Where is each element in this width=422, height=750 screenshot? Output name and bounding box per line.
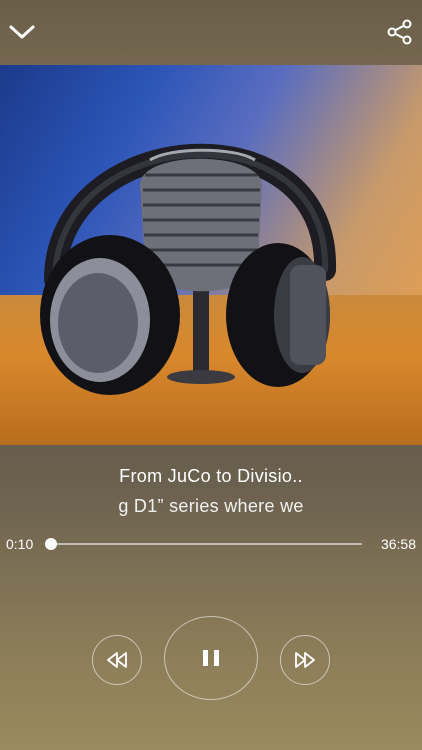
rewind-button[interactable] — [92, 635, 142, 685]
chevron-down-icon — [9, 25, 35, 39]
fast-forward-icon — [295, 652, 315, 668]
pause-icon — [203, 650, 219, 666]
episode-title: From JuCo to Divisio.. — [119, 466, 303, 486]
headphones-microphone-image — [40, 143, 337, 395]
share-icon — [387, 19, 412, 45]
share-button[interactable] — [378, 10, 422, 54]
fast-forward-button[interactable] — [280, 635, 330, 685]
podcast-artwork — [0, 65, 422, 445]
collapse-button[interactable] — [0, 10, 44, 54]
current-time: 0:10 — [6, 536, 34, 552]
progress-track[interactable] — [50, 543, 362, 545]
progress-thumb[interactable] — [45, 538, 57, 550]
total-time: 36:58 — [380, 536, 416, 552]
rewind-icon — [107, 652, 127, 668]
episode-subtitle: g D1” series where we — [118, 496, 304, 516]
player-header — [0, 0, 422, 65]
pause-button[interactable] — [164, 616, 258, 700]
